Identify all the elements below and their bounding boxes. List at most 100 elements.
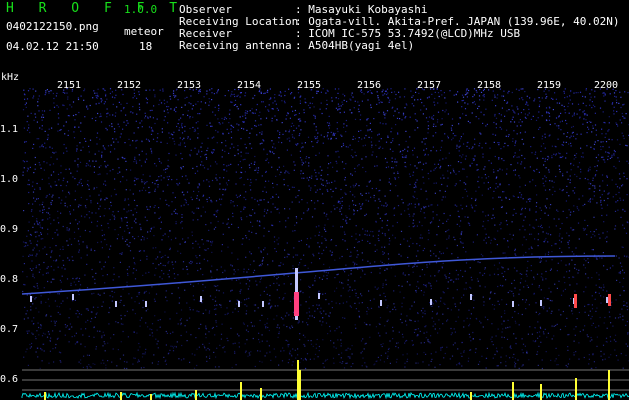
noise-pixel [251, 112, 253, 114]
noise-pixel [230, 290, 232, 292]
noise-pixel [378, 102, 380, 104]
noise-pixel [191, 231, 193, 233]
noise-pixel [502, 159, 504, 162]
noise-pixel [222, 194, 224, 196]
noise-pixel [507, 326, 509, 329]
noise-pixel [198, 311, 200, 313]
noise-pixel [92, 160, 94, 162]
noise-pixel [84, 274, 86, 276]
noise-pixel [127, 227, 129, 229]
noise-pixel [258, 225, 261, 227]
noise-pixel [23, 161, 26, 163]
noise-pixel [577, 222, 580, 224]
noise-pixel [91, 221, 93, 223]
noise-pixel [86, 106, 88, 108]
noise-pixel [31, 342, 33, 345]
noise-pixel [128, 293, 130, 295]
noise-pixel [100, 165, 102, 167]
noise-pixel [135, 160, 137, 162]
noise-pixel [428, 205, 430, 207]
noise-pixel [349, 255, 351, 257]
noise-pixel [113, 128, 116, 130]
noise-pixel [366, 230, 368, 232]
noise-pixel [436, 214, 438, 216]
noise-pixel [465, 262, 468, 264]
noise-pixel [341, 196, 344, 199]
noise-pixel [444, 133, 446, 135]
noise-pixel [406, 324, 408, 326]
noise-pixel [210, 271, 212, 273]
noise-pixel [179, 243, 181, 245]
noise-pixel [29, 268, 31, 270]
noise-pixel [340, 188, 342, 191]
noise-pixel [601, 128, 603, 130]
noise-pixel [173, 90, 175, 92]
noise-pixel [352, 363, 354, 365]
noise-pixel [437, 332, 439, 334]
noise-pixel [245, 191, 247, 193]
noise-pixel [582, 152, 584, 154]
noise-pixel [71, 106, 73, 108]
noise-pixel [220, 266, 222, 268]
noise-pixel [576, 318, 578, 320]
noise-pixel [476, 234, 478, 236]
noise-pixel [135, 162, 138, 164]
noise-pixel [342, 93, 344, 95]
noise-pixel [418, 287, 420, 289]
noise-pixel [278, 265, 280, 267]
noise-pixel [554, 92, 556, 94]
noise-pixel [568, 143, 570, 145]
noise-pixel [265, 326, 267, 328]
noise-pixel [531, 152, 533, 154]
noise-pixel [156, 118, 158, 120]
noise-pixel [483, 239, 485, 241]
noise-pixel [514, 249, 516, 252]
noise-pixel [573, 354, 575, 356]
noise-pixel [219, 344, 221, 346]
noise-pixel [261, 263, 263, 265]
noise-pixel [513, 130, 515, 132]
noise-pixel [254, 304, 257, 306]
noise-pixel [336, 287, 338, 289]
noise-pixel [460, 136, 462, 138]
noise-pixel [411, 305, 413, 307]
noise-pixel [503, 191, 505, 193]
noise-pixel [304, 121, 306, 123]
noise-pixel [388, 243, 390, 245]
noise-pixel [165, 330, 167, 333]
noise-pixel [64, 133, 66, 135]
noise-pixel [354, 185, 356, 187]
noise-pixel [90, 248, 92, 250]
noise-pixel [484, 268, 486, 270]
noise-pixel [145, 348, 147, 350]
noise-pixel [172, 192, 174, 194]
noise-pixel [502, 275, 504, 278]
noise-pixel [149, 328, 151, 330]
noise-pixel [26, 160, 28, 162]
noise-pixel [433, 182, 435, 184]
noise-pixel [438, 306, 440, 308]
noise-pixel [197, 121, 199, 123]
noise-pixel [276, 119, 278, 121]
noise-pixel [409, 164, 412, 166]
noise-pixel [262, 139, 264, 141]
noise-pixel [441, 346, 443, 348]
noise-pixel [548, 112, 550, 114]
noise-pixel [203, 96, 205, 98]
noise-pixel [523, 236, 525, 238]
noise-pixel [181, 227, 183, 229]
noise-pixel [520, 163, 522, 165]
noise-pixel [395, 345, 397, 348]
noise-pixel [244, 143, 246, 145]
noise-pixel [233, 205, 235, 207]
noise-pixel [509, 357, 511, 359]
noise-pixel [369, 262, 371, 264]
noise-pixel [551, 325, 553, 327]
noise-pixel [258, 90, 260, 93]
noise-pixel [302, 172, 304, 174]
noise-pixel [42, 116, 45, 118]
noise-pixel [224, 313, 226, 316]
noise-pixel [293, 169, 295, 171]
noise-pixel [94, 250, 96, 252]
noise-pixel [620, 199, 622, 201]
